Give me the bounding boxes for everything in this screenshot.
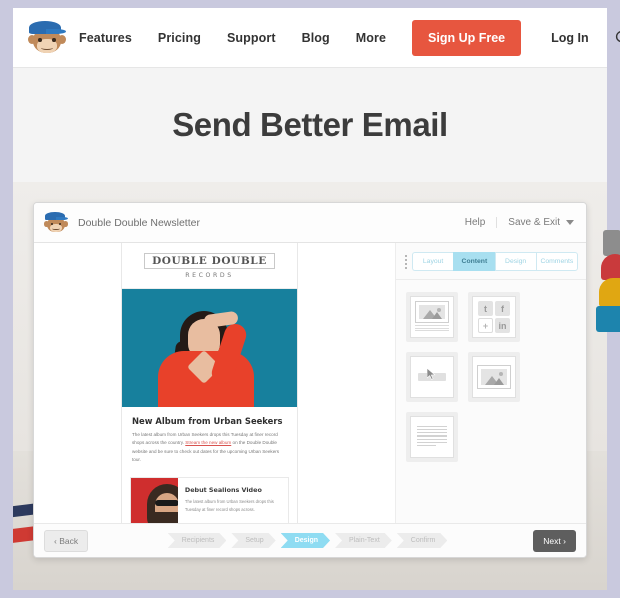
step-recipients[interactable]: Recipients bbox=[168, 533, 227, 548]
facebook-icon: f bbox=[495, 301, 510, 316]
video-card-body: The latest album from Urban Seekers drop… bbox=[184, 498, 274, 512]
article-body: The latest album from Urban Seekers drop… bbox=[132, 431, 287, 465]
editor-header: Double Double Newsletter Help Save & Exi… bbox=[34, 203, 586, 243]
email-article-block[interactable]: New Album from Urban Seekers The latest … bbox=[122, 407, 297, 473]
video-card-image bbox=[131, 477, 178, 523]
back-button[interactable]: ‹ Back bbox=[44, 529, 89, 552]
tab-comments[interactable]: Comments bbox=[535, 252, 578, 271]
drag-handle-icon[interactable] bbox=[401, 254, 410, 269]
step-design[interactable]: Design bbox=[281, 533, 330, 548]
editor-freddie-logo[interactable] bbox=[44, 211, 68, 234]
editor-footer: ‹ Back Recipients Setup Design Plain-Tex… bbox=[34, 523, 586, 557]
next-button[interactable]: Next › bbox=[533, 529, 576, 552]
nav-item-more[interactable]: More bbox=[356, 31, 386, 45]
content-blocks-palette: t f + in bbox=[396, 280, 586, 474]
mailchimp-freddie-logo[interactable] bbox=[27, 19, 67, 57]
step-plain-text[interactable]: Plain-Text bbox=[335, 533, 392, 548]
site-nav-links: Features Pricing Support Blog More bbox=[79, 31, 412, 45]
article-heading: New Album from Urban Seekers bbox=[132, 416, 283, 426]
campaign-title: Double Double Newsletter bbox=[78, 216, 200, 229]
article-inline-link[interactable]: Stream the new album bbox=[185, 440, 231, 445]
campaign-steps-breadcrumb: Recipients Setup Design Plain-Text Confi… bbox=[34, 524, 586, 557]
email-hero-image[interactable] bbox=[122, 289, 297, 407]
hero-section: Send Better Email bbox=[13, 68, 607, 181]
image-card-block[interactable] bbox=[406, 292, 458, 342]
marketing-site-section: Features Pricing Support Blog More Sign … bbox=[13, 8, 620, 182]
video-card-text: Debut Sealions Video The latest album fr… bbox=[178, 478, 288, 523]
tab-design[interactable]: Design bbox=[494, 252, 536, 271]
backdrop-block-red bbox=[601, 254, 620, 280]
email-preview-canvas[interactable]: DOUBLE DOUBLE RECORDS New Album from Urb… bbox=[34, 243, 396, 523]
nav-item-support[interactable]: Support bbox=[227, 31, 276, 45]
page-title: Send Better Email bbox=[172, 105, 448, 143]
linkedin-icon: in bbox=[495, 318, 510, 333]
email-brand-subtitle: RECORDS bbox=[185, 272, 234, 279]
step-setup[interactable]: Setup bbox=[231, 533, 275, 548]
campaign-editor-window: Double Double Newsletter Help Save & Exi… bbox=[33, 202, 587, 558]
nav-item-blog[interactable]: Blog bbox=[302, 31, 330, 45]
step-confirm[interactable]: Confirm bbox=[397, 533, 448, 548]
editor-side-panel: Layout Content Design Comments t f + in bbox=[396, 243, 586, 523]
text-block[interactable] bbox=[406, 412, 458, 462]
site-navbar: Features Pricing Support Blog More Sign … bbox=[13, 8, 620, 68]
email-brand-header: DOUBLE DOUBLE RECORDS bbox=[122, 243, 297, 289]
backdrop-block-yellow bbox=[599, 278, 620, 307]
video-card-heading: Debut Sealions Video bbox=[184, 485, 262, 494]
search-icon[interactable] bbox=[615, 30, 620, 46]
nav-item-pricing[interactable]: Pricing bbox=[158, 31, 201, 45]
chevron-left-icon: ‹ bbox=[54, 535, 57, 546]
save-and-exit-label: Save & Exit bbox=[508, 217, 560, 228]
panel-tabs-row: Layout Content Design Comments bbox=[396, 243, 586, 280]
button-block[interactable] bbox=[406, 352, 458, 402]
tab-layout[interactable]: Layout bbox=[412, 252, 454, 271]
email-brand-name: DOUBLE DOUBLE bbox=[144, 253, 275, 269]
twitter-icon: t bbox=[478, 301, 493, 316]
social-follow-block[interactable]: t f + in bbox=[468, 292, 520, 342]
nav-item-features[interactable]: Features bbox=[79, 31, 132, 45]
chevron-right-icon: › bbox=[563, 535, 566, 546]
backdrop-block-gray bbox=[603, 230, 620, 256]
sign-up-free-button[interactable]: Sign Up Free bbox=[412, 19, 522, 56]
chevron-down-icon[interactable] bbox=[566, 220, 574, 225]
plus-icon: + bbox=[478, 318, 493, 333]
next-label: Next bbox=[543, 535, 561, 546]
help-link[interactable]: Help bbox=[465, 217, 498, 228]
log-in-link[interactable]: Log In bbox=[551, 31, 589, 45]
email-video-card[interactable]: Debut Sealions Video The latest album fr… bbox=[130, 476, 289, 523]
editor-body: DOUBLE DOUBLE RECORDS New Album from Urb… bbox=[34, 243, 586, 523]
panel-tabs: Layout Content Design Comments bbox=[412, 252, 578, 271]
email-template: DOUBLE DOUBLE RECORDS New Album from Urb… bbox=[121, 243, 298, 523]
back-label: Back bbox=[59, 535, 79, 546]
page-root: Features Pricing Support Blog More Sign … bbox=[0, 0, 620, 598]
backdrop-block-blue bbox=[596, 306, 620, 332]
tab-content[interactable]: Content bbox=[453, 252, 495, 271]
save-and-exit-button[interactable]: Save & Exit bbox=[497, 217, 574, 228]
image-block[interactable] bbox=[468, 352, 520, 402]
